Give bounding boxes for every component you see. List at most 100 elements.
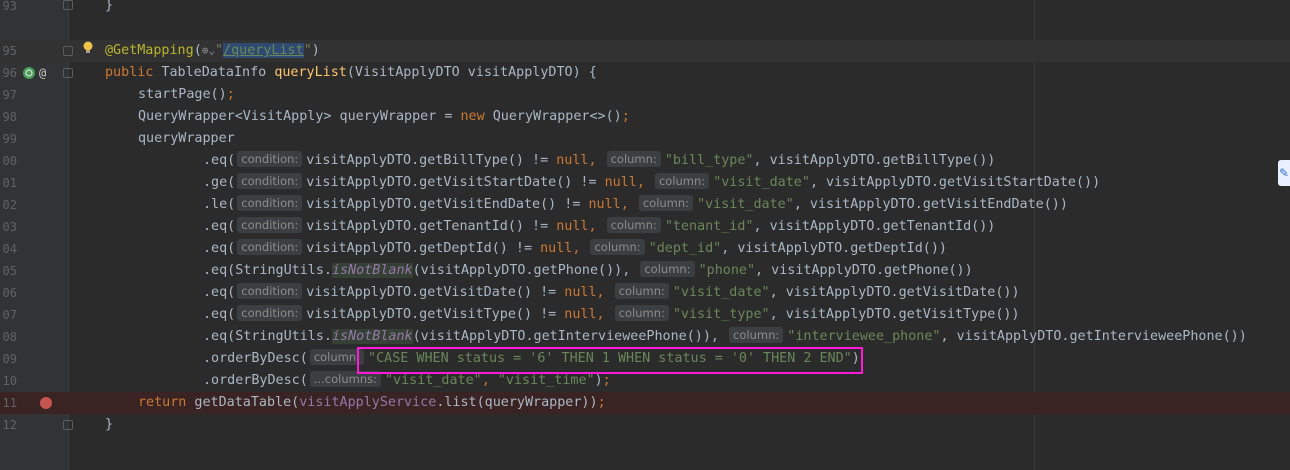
annotation-name: @GetMapping — [105, 43, 194, 58]
code-token: , — [620, 197, 629, 212]
parameter-hint: condition: — [237, 173, 303, 189]
code-line[interactable]: 98 QueryWrapper<VisitApply> queryWrapper… — [0, 106, 1290, 128]
code-token: startPage() — [138, 87, 227, 102]
fold-marker-icon[interactable] — [63, 46, 73, 56]
string-literal: "visit_date" — [697, 197, 794, 212]
line-number: 01 — [2, 176, 17, 190]
code-token: visitApplyDTO.getDeptId() != — [306, 241, 541, 256]
code-token: QueryWrapper<VisitApply> queryWrapper = — [138, 109, 461, 124]
string-literal: "visit_date" — [384, 373, 482, 388]
code-line[interactable]: 00 .eq(condition: visitApplyDTO.getBillTy… — [0, 150, 1290, 172]
line-number: 08 — [2, 330, 17, 344]
code-token: ( — [193, 43, 202, 58]
code-line[interactable]: 08 .eq(StringUtils.isNotBlank(visitApply… — [0, 326, 1290, 348]
code-token: QueryWrapper<>() — [484, 109, 622, 124]
code-token: , visitApplyDTO.getIntervieweePhone()) — [940, 329, 1247, 344]
code-token: " — [215, 43, 224, 58]
code-token: , visitApplyDTO.getBillType()) — [753, 153, 996, 168]
code-token: , — [572, 241, 581, 256]
line-number: 96 — [2, 66, 17, 80]
parameter-hint: column: — [654, 173, 710, 189]
parameter-hint: column: — [614, 283, 669, 299]
code-token: .eq(StringUtils. — [203, 263, 332, 278]
side-plugin-icon[interactable]: ✎ — [1278, 160, 1290, 186]
code-token: , visitApplyDTO.getPhone()) — [755, 263, 973, 278]
code-line[interactable]: 96 public TableDataInfo queryList(VisitA… — [0, 62, 1290, 84]
code-line[interactable]: 12 } — [0, 414, 1290, 436]
code-token: " — [303, 43, 312, 58]
string-literal: "visit_date" — [672, 285, 770, 300]
line-number: 05 — [2, 264, 17, 278]
code-line[interactable]: 06 .eq(condition: visitApplyDTO.getVisitD… — [0, 282, 1290, 304]
method-name: queryList — [274, 65, 347, 80]
line-number: 09 — [2, 352, 17, 366]
code-token: ; — [621, 109, 630, 124]
keyword: return — [138, 395, 187, 410]
line-number: 93 — [2, 0, 17, 13]
line-number: 10 — [2, 374, 17, 388]
code-line[interactable]: 07 .eq(condition: visitApplyDTO.getVisitT… — [0, 304, 1290, 326]
code-line[interactable]: 93 } — [0, 0, 1290, 17]
line-number: 03 — [2, 220, 17, 234]
code-token: .eq( — [203, 219, 236, 234]
keyword: null — [588, 197, 621, 212]
parameter-hint: column: — [729, 327, 784, 343]
code-token: , visitApplyDTO.getTenantId()) — [753, 219, 996, 234]
highlight-box — [357, 347, 863, 374]
code-token: .le( — [203, 197, 236, 212]
code-line[interactable]: 04 .eq(condition: visitApplyDTO.getDeptId… — [0, 238, 1290, 260]
code-token: visitApplyDTO.getVisitType() != — [306, 307, 565, 322]
fold-marker-icon[interactable] — [63, 420, 73, 430]
string-literal: "visit_date" — [713, 175, 810, 190]
line-number: 12 — [2, 418, 17, 432]
globe-icon[interactable]: ⊕⌄ — [202, 40, 215, 62]
keyword: new — [460, 109, 485, 124]
code-token: ; — [602, 373, 611, 388]
fold-marker-icon[interactable] — [63, 0, 73, 10]
code-line[interactable]: 95 @GetMapping(⊕⌄"/queryList") — [0, 40, 1290, 62]
string-literal: "interviewee_phone" — [787, 329, 941, 344]
keyword: null — [564, 307, 597, 322]
string-literal: "dept_id" — [648, 241, 722, 256]
code-token: .list(queryWrapper)) — [436, 395, 598, 410]
code-token: .orderByDesc( — [203, 351, 308, 366]
static-method: isNotBlank — [332, 329, 413, 344]
code-line[interactable]: 99 queryWrapper — [0, 128, 1290, 150]
field-name: visitApplyService — [299, 395, 437, 410]
code-token: , visitApplyDTO.getDeptId()) — [721, 241, 947, 256]
parameter-hint: column: — [309, 349, 365, 365]
url-path-link[interactable]: /queryList — [223, 43, 304, 58]
code-line[interactable]: 05 .eq(StringUtils.isNotBlank(visitApply… — [0, 260, 1290, 282]
breakpoint-icon[interactable] — [40, 397, 52, 409]
code-token: , visitApplyDTO.getVisitDate()) — [769, 285, 1020, 300]
web-endpoint-icon[interactable] — [22, 66, 36, 83]
code-token: , visitApplyDTO.getVisitType()) — [769, 307, 1020, 322]
keyword: null — [564, 285, 597, 300]
parameter-hint: condition: — [237, 305, 303, 321]
code-line[interactable]: 03 .eq(condition: visitApplyDTO.getTenant… — [0, 216, 1290, 238]
code-line[interactable]: 02 .le(condition: visitApplyDTO.getVisitE… — [0, 194, 1290, 216]
code-token: , — [636, 175, 645, 190]
string-literal: "bill_type" — [664, 153, 754, 168]
code-token: , visitApplyDTO.getVisitEndDate()) — [793, 197, 1068, 212]
parameter-hint: condition: — [237, 217, 303, 233]
code-line[interactable]: 97 startPage(); — [0, 84, 1290, 106]
code-token: , — [596, 307, 605, 322]
fold-marker-icon[interactable] — [63, 68, 73, 78]
code-line[interactable]: 11 return getDataTable(visitApplyService… — [0, 392, 1290, 414]
parameter-hint: column: — [606, 151, 661, 167]
lightbulb-icon[interactable] — [82, 41, 94, 55]
annotation-icon[interactable]: @ — [39, 66, 46, 80]
code-token: , — [588, 153, 597, 168]
code-token: .ge( — [203, 175, 236, 190]
keyword: null — [556, 153, 589, 168]
code-token: (visitApplyDTO.getPhone()), — [412, 263, 631, 278]
parameter-hint: condition: — [237, 151, 303, 167]
keyword: null — [604, 175, 637, 190]
code-token: ; — [597, 395, 606, 410]
code-token: .eq( — [203, 285, 236, 300]
parameter-hint: column: — [638, 195, 694, 211]
line-number: 02 — [2, 198, 17, 212]
code-line[interactable]: 01 .ge(condition: visitApplyDTO.getVisitS… — [0, 172, 1290, 194]
parameter-hint: column: — [614, 305, 669, 321]
